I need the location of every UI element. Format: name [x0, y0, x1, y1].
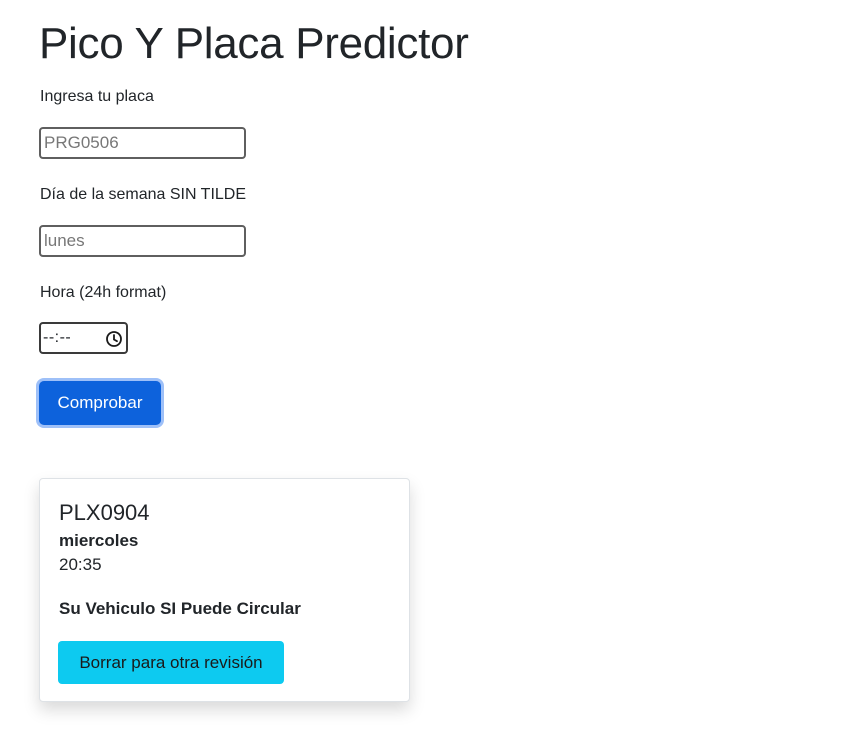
clock-icon[interactable] [105, 330, 123, 348]
plate-input[interactable] [39, 127, 246, 159]
hour-time-input[interactable]: --:-- [39, 322, 128, 354]
result-plate: PLX0904 [59, 500, 150, 525]
day-label: Día de la semana SIN TILDE [40, 186, 247, 203]
hour-value[interactable]: --:-- [43, 329, 71, 347]
result-card: PLX0904 miercoles 20:35 Su Vehiculo SI P… [39, 478, 410, 702]
day-input[interactable] [39, 225, 246, 257]
comprobar-button[interactable]: Comprobar [36, 378, 164, 428]
plate-label: Ingresa tu placa [40, 88, 154, 105]
page-title: Pico Y Placa Predictor [39, 19, 469, 68]
reset-button[interactable]: Borrar para otra revisión [58, 641, 284, 684]
comprobar-button-label[interactable]: Comprobar [39, 381, 161, 425]
page: Pico Y Placa Predictor Ingresa tu placa … [0, 0, 847, 748]
hour-label: Hora (24h format) [40, 284, 167, 301]
result-time: 20:35 [59, 555, 102, 574]
result-message: Su Vehiculo SI Puede Circular [59, 599, 301, 618]
result-day: miercoles [59, 531, 139, 550]
